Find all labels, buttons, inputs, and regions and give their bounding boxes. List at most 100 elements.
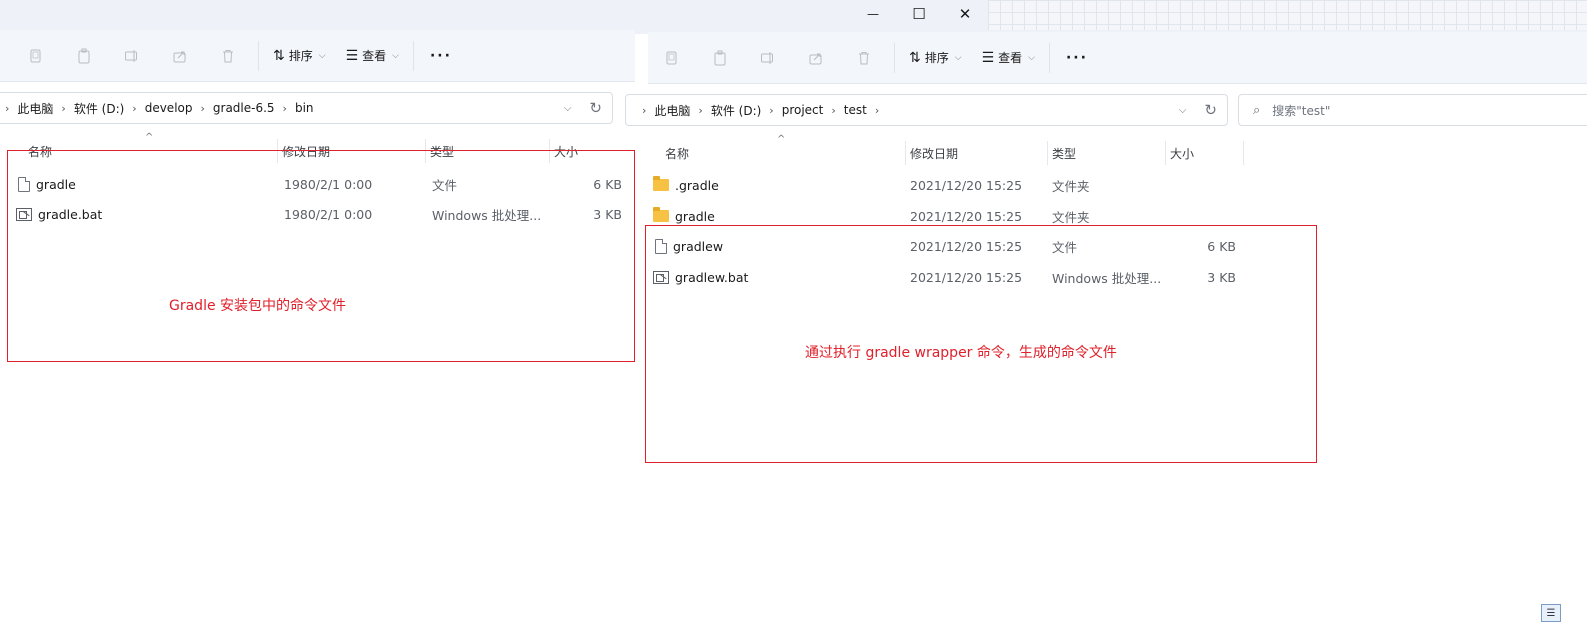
view-label: 查看 (362, 49, 387, 63)
delete-button[interactable] (204, 39, 252, 73)
maximize-button[interactable]: ☐ (896, 0, 942, 28)
more-options-button[interactable]: ··· (1056, 41, 1098, 75)
chevron-right-icon: › (831, 103, 836, 117)
more-options-button[interactable]: ··· (420, 39, 462, 73)
delete-icon (859, 51, 869, 64)
right-address-bar[interactable]: › 此电脑 › 软件 (D:) › project › test › ⌵ ↻ (625, 94, 1228, 126)
maximize-icon: ☐ (912, 5, 926, 23)
chevron-right-icon: › (282, 101, 287, 115)
chevron-down-icon: ⌵ (954, 52, 962, 63)
sort-label: 排序 (924, 51, 949, 65)
paste-button[interactable] (60, 39, 108, 73)
sort-button[interactable]: ⇅ 排序 ⌵ (265, 39, 334, 73)
breadcrumb: › 此电脑 › 软件 (D:) › project › test › (626, 102, 887, 119)
modified-date: 2021/12/20 15:25 (910, 208, 1023, 224)
file-name: .gradle (675, 177, 719, 193)
search-placeholder: 搜索"test" (1272, 103, 1331, 118)
breadcrumb-item[interactable]: gradle-6.5 (213, 101, 275, 115)
modified-date: 2021/12/20 15:25 (910, 177, 1023, 193)
copy-icon (30, 49, 41, 62)
desktop-background (988, 0, 1587, 30)
rename-icon (125, 49, 137, 62)
annotation-text-right: 通过执行 gradle wrapper 命令，生成的命令文件 (805, 345, 1117, 361)
annotation-text-left: Gradle 安装包中的命令文件 (169, 298, 347, 314)
chevron-down-icon: ⌵ (1028, 52, 1035, 63)
chevron-right-icon: › (769, 103, 774, 117)
search-box[interactable]: ⌕ 搜索"test" (1238, 94, 1587, 126)
rename-icon (761, 51, 773, 64)
details-view-icon[interactable]: ☰ (1541, 604, 1561, 622)
share-button[interactable] (792, 41, 840, 75)
chevron-right-icon: › (61, 101, 66, 115)
file-type: 文件夹 (1052, 178, 1090, 194)
column-type[interactable]: 类型 (1048, 141, 1166, 165)
chevron-right-icon: › (874, 103, 880, 117)
delete-button[interactable] (840, 41, 888, 75)
breadcrumb-item[interactable]: develop (145, 101, 193, 115)
breadcrumb-item[interactable]: project (782, 103, 824, 117)
right-command-bar: ⇅ 排序 ⌵ ☰ 查看 ⌵ ··· (648, 32, 1587, 84)
file-name: gradle (675, 208, 715, 224)
folder-icon (653, 207, 669, 222)
sort-label: 排序 (288, 49, 313, 63)
rename-button[interactable] (744, 41, 792, 75)
left-address-bar[interactable]: › 此电脑 › 软件 (D:) › develop › gradle-6.5 ›… (0, 92, 613, 124)
share-icon (173, 51, 186, 62)
column-size[interactable]: 大小 (1166, 141, 1244, 165)
toolbar-divider (412, 40, 414, 71)
folder-icon (653, 176, 669, 191)
toolbar-divider (1048, 42, 1050, 73)
title-bar (0, 0, 988, 30)
chevron-down-icon: ⌵ (318, 50, 326, 61)
copy-icon (666, 51, 677, 64)
sort-icon: ⇅ (273, 47, 285, 64)
list-item[interactable]: .gradle 2021/12/20 15:25 文件夹 (653, 170, 1253, 200)
copy-button[interactable] (648, 41, 696, 75)
breadcrumb: › 此电脑 › 软件 (D:) › develop › gradle-6.5 ›… (0, 100, 314, 117)
toolbar-divider (258, 40, 259, 71)
right-column-header: 名称 修改日期 类型 大小 (661, 141, 1244, 165)
view-button[interactable]: ☰ 查看 ⌵ (338, 39, 407, 73)
breadcrumb-item[interactable]: 此电脑 (654, 102, 690, 119)
copy-button[interactable] (12, 39, 60, 73)
close-button[interactable]: ✕ (942, 0, 988, 28)
view-icon: ☰ (981, 49, 995, 66)
share-icon (809, 53, 822, 64)
breadcrumb-item[interactable]: bin (295, 101, 314, 115)
breadcrumb-item[interactable]: 软件 (D:) (74, 100, 124, 117)
breadcrumb-item[interactable]: 软件 (D:) (711, 102, 761, 119)
view-label: 查看 (998, 51, 1023, 65)
chevron-right-icon: › (132, 101, 137, 115)
sort-button[interactable]: ⇅ 排序 ⌵ (901, 41, 970, 75)
chevron-down-icon[interactable]: ⌵ (1179, 105, 1187, 116)
close-icon: ✕ (958, 5, 972, 23)
refresh-icon[interactable]: ↻ (1204, 101, 1217, 119)
file-type: 文件夹 (1052, 209, 1090, 225)
column-modified[interactable]: 修改日期 (906, 141, 1048, 165)
toolbar-divider (894, 42, 895, 73)
minimize-button[interactable]: — (850, 0, 896, 28)
view-icon: ☰ (345, 47, 359, 64)
column-name[interactable]: 名称 (661, 141, 906, 165)
refresh-icon[interactable]: ↻ (589, 99, 602, 117)
share-button[interactable] (156, 39, 204, 73)
chevron-right-icon: › (698, 103, 703, 117)
breadcrumb-item[interactable]: test (844, 103, 867, 117)
delete-icon (223, 49, 233, 62)
search-icon: ⌕ (1253, 102, 1261, 118)
view-button[interactable]: ☰ 查看 ⌵ (974, 41, 1043, 75)
paste-icon (78, 48, 90, 63)
paste-button[interactable] (696, 41, 744, 75)
annotation-box-left (7, 150, 635, 362)
rename-button[interactable] (108, 39, 156, 73)
paste-icon (714, 50, 726, 65)
sort-icon: ⇅ (909, 49, 921, 66)
chevron-right-icon: › (5, 101, 10, 115)
left-command-bar: ⇅ 排序 ⌵ ☰ 查看 ⌵ ··· (0, 30, 635, 82)
chevron-down-icon: ⌵ (392, 50, 399, 61)
chevron-down-icon[interactable]: ⌵ (564, 103, 572, 114)
breadcrumb-item[interactable]: 此电脑 (17, 100, 53, 117)
chevron-right-icon: › (200, 101, 205, 115)
minimize-icon: — (867, 7, 879, 21)
chevron-right-icon: › (642, 103, 647, 117)
